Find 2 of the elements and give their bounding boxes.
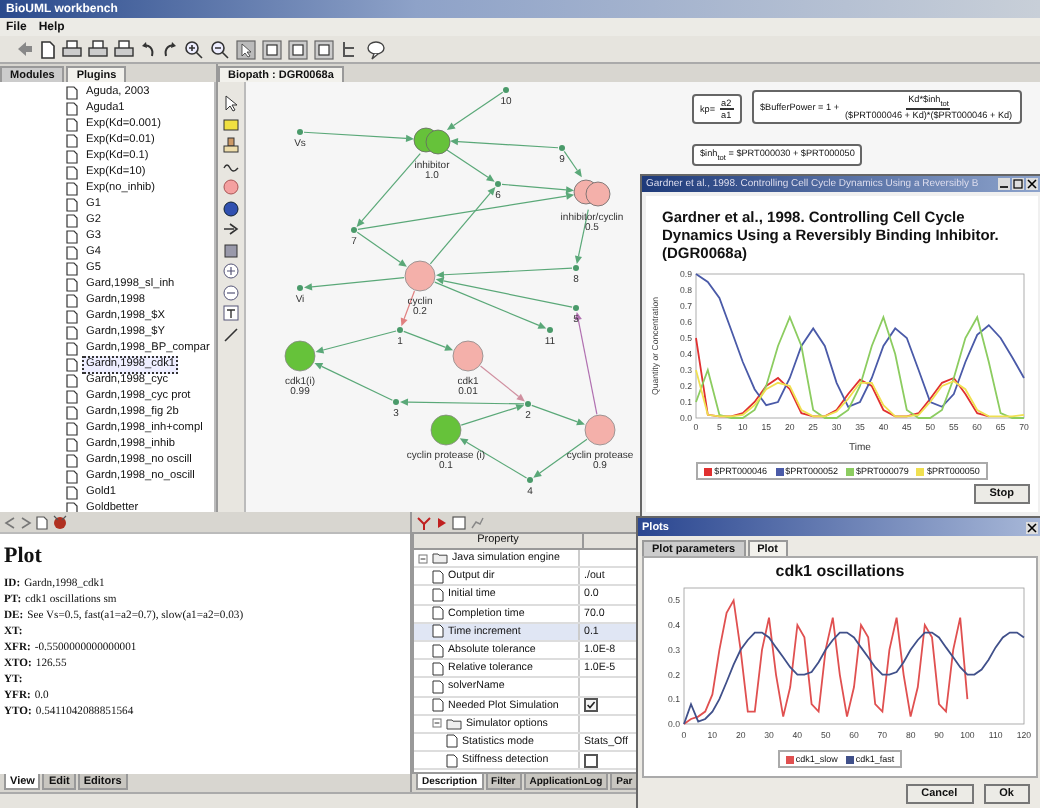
chart-title: cdk1 oscillations <box>775 560 905 582</box>
info-heading: Plot <box>4 544 44 568</box>
